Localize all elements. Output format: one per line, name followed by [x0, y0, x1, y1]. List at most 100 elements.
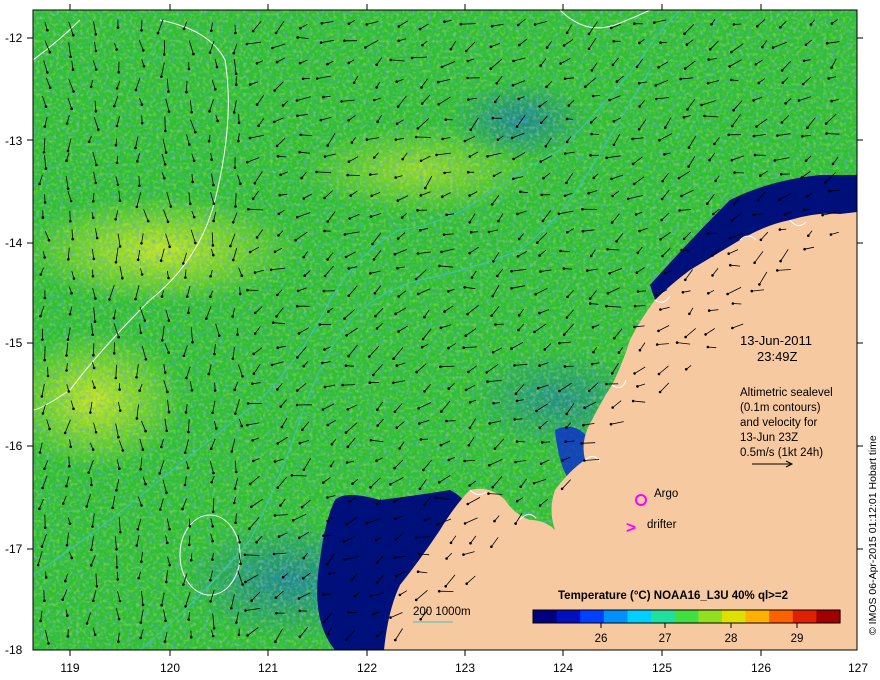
- velocity-arrow-head: [416, 570, 420, 573]
- velocity-arrow-head: [237, 139, 240, 143]
- velocity-arrow-head: [348, 500, 351, 503]
- velocity-arrow-head: [187, 543, 191, 547]
- velocity-arrow-head: [462, 346, 466, 350]
- velocity-arrow-head: [542, 176, 545, 180]
- colorbar-tick-label: 27: [659, 633, 672, 645]
- velocity-arrow-head: [117, 335, 120, 339]
- velocity-arrow-head: [587, 191, 590, 195]
- velocity-arrow-head: [61, 502, 65, 505]
- velocity-arrow-head: [211, 634, 215, 638]
- velocity-arrow-head: [401, 157, 405, 161]
- velocity-arrow-head: [294, 238, 297, 242]
- velocity-arrow-head: [326, 423, 330, 427]
- velocity-arrow-head: [330, 442, 334, 446]
- velocity-arrow-head: [565, 140, 569, 144]
- velocity-arrow-head: [192, 159, 196, 163]
- velocity-arrow-head: [276, 293, 279, 297]
- velocity-arrow-head: [160, 445, 163, 449]
- latitude-axis: -12 -13 -14 -15 -16 -17 -18: [5, 31, 23, 657]
- velocity-arrow-head: [757, 199, 760, 202]
- velocity-arrow-head: [116, 26, 120, 29]
- velocity-arrow-head: [394, 312, 398, 316]
- velocity-arrow-head: [374, 314, 377, 318]
- velocity-arrow-head: [182, 354, 186, 358]
- velocity-arrow-head: [117, 435, 120, 439]
- velocity-arrow-head: [93, 320, 97, 324]
- velocity-arrow-head: [436, 80, 440, 84]
- velocity-arrow-head: [464, 49, 468, 53]
- velocity-arrow-head: [400, 216, 404, 219]
- velocity-arrow-head: [612, 40, 616, 43]
- velocity-arrow-head: [583, 459, 586, 462]
- velocity-arrow-head: [565, 181, 568, 185]
- lat-tick-label: -14: [5, 236, 23, 250]
- velocity-arrow-head: [66, 338, 70, 341]
- velocity-arrow-head: [140, 29, 143, 32]
- velocity-arrow-head: [252, 352, 255, 356]
- velocity-arrow-head: [510, 136, 514, 140]
- velocity-arrow-head: [488, 422, 492, 425]
- colorbar-segment: [745, 610, 770, 623]
- velocity-arrow-head: [296, 356, 299, 359]
- velocity-arrow-head: [47, 238, 51, 242]
- altimetry-note-line: Altimetric sealevel: [740, 387, 833, 399]
- bathymetry-legend-label: 200 1000m: [413, 606, 471, 618]
- velocity-arrow-head: [633, 304, 637, 308]
- velocity-arrow-head: [276, 486, 280, 490]
- velocity-arrow-head: [587, 47, 591, 51]
- velocity-arrow-head: [95, 585, 99, 588]
- velocity-arrow-head: [637, 81, 641, 85]
- velocity-arrow-head: [375, 581, 379, 584]
- lon-tick-label: 125: [652, 661, 672, 675]
- velocity-arrow-head: [444, 118, 448, 121]
- velocity-arrow-head: [565, 316, 569, 319]
- velocity-arrow-head: [398, 593, 402, 597]
- map-date: 13-Jun-2011: [740, 333, 812, 348]
- velocity-arrow-head: [344, 364, 348, 368]
- velocity-arrow-head: [91, 525, 94, 528]
- velocity-arrow-head: [442, 233, 446, 236]
- velocity-arrow-head: [463, 286, 467, 289]
- velocity-arrow-head: [435, 153, 438, 157]
- velocity-arrow-head: [587, 32, 591, 36]
- velocity-arrow-head: [87, 471, 90, 474]
- velocity-arrow-head: [414, 135, 418, 139]
- velocity-arrow-head: [322, 289, 326, 293]
- velocity-arrow-head: [248, 136, 252, 140]
- velocity-arrow-head: [806, 126, 809, 129]
- lat-tick-label: -12: [5, 31, 23, 45]
- velocity-arrow-head: [711, 254, 714, 257]
- velocity-arrow-head: [232, 258, 235, 262]
- velocity-arrow-head: [713, 142, 716, 146]
- velocity-arrow-head: [424, 186, 427, 190]
- velocity-arrow-head: [89, 85, 93, 89]
- velocity-arrow-head: [376, 120, 380, 123]
- velocity-arrow-head: [211, 525, 214, 528]
- velocity-arrow-head: [213, 389, 217, 392]
- velocity-arrow-head: [290, 474, 294, 477]
- velocity-arrow-head: [160, 295, 164, 298]
- velocity-arrow-head: [732, 108, 735, 112]
- velocity-arrow-head: [824, 181, 827, 184]
- velocity-arrow-head: [418, 422, 421, 425]
- velocity-arrow-head: [652, 21, 656, 24]
- colorbar-segment: [721, 610, 747, 623]
- velocity-arrow-head: [562, 333, 566, 337]
- velocity-arrow: [635, 305, 646, 307]
- velocity-arrow-head: [417, 407, 421, 410]
- velocity-arrow-head: [368, 381, 372, 385]
- velocity-arrow-head: [68, 312, 72, 316]
- velocity-arrow-head: [66, 635, 70, 638]
- velocity-arrow-head: [660, 197, 664, 201]
- velocity-arrow-head: [350, 141, 354, 144]
- velocity-arrow-head: [513, 418, 516, 421]
- velocity-arrow-head: [121, 449, 125, 452]
- velocity-arrow-head: [347, 354, 350, 358]
- velocity-arrow-head: [488, 464, 491, 467]
- velocity-arrow-head: [209, 274, 212, 278]
- velocity-arrow-head: [118, 409, 122, 412]
- velocity-arrow-head: [727, 252, 730, 255]
- velocity-arrow-head: [609, 422, 613, 426]
- velocity-arrow-head: [251, 382, 254, 386]
- velocity-arrow-head: [680, 248, 683, 252]
